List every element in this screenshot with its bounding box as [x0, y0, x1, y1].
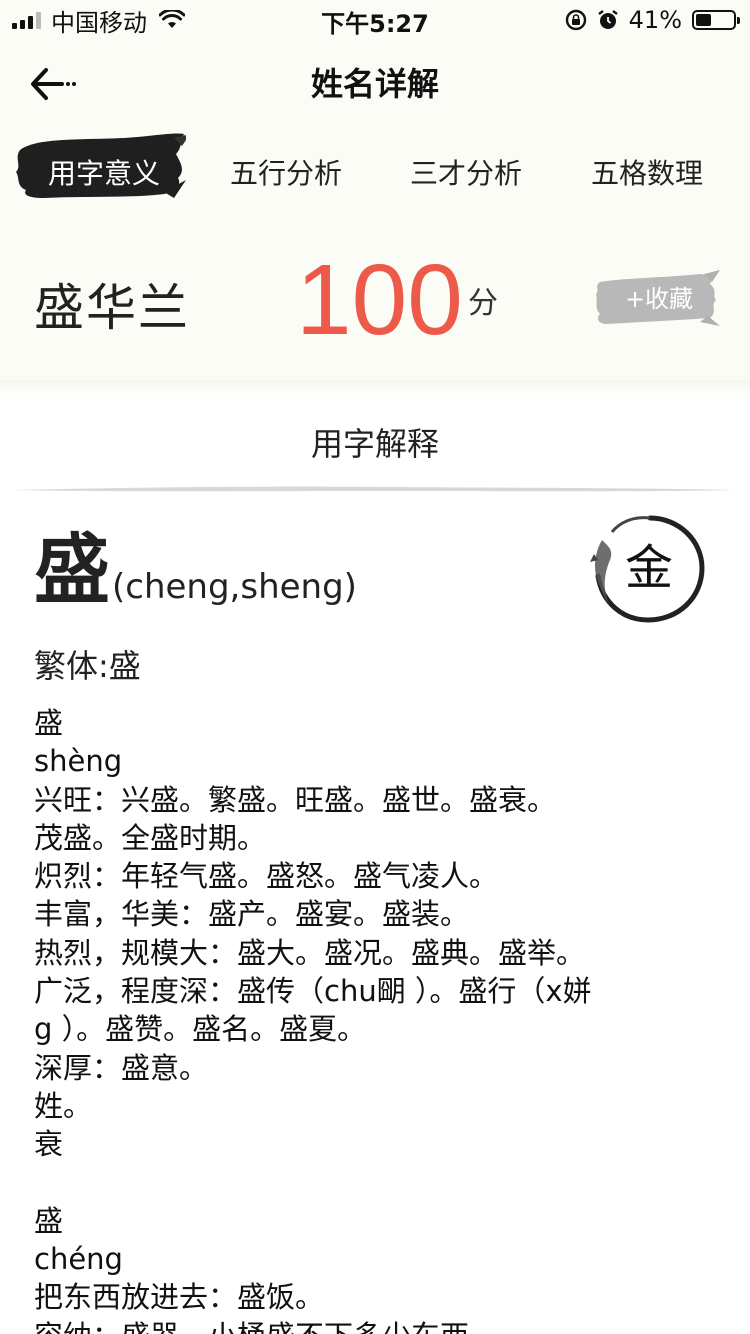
character-pinyin: (cheng,sheng) — [112, 567, 357, 607]
explanation-line: chéng — [34, 1242, 123, 1277]
section-title: 用字解释 — [310, 425, 439, 463]
explanation-line: 衰 — [34, 1127, 64, 1162]
tab-label: 五行分析 — [229, 157, 342, 190]
person-name: 盛华兰 — [34, 279, 190, 337]
page-title: 姓名详解 — [310, 65, 439, 103]
explanation-line: 深厚：盛意。 — [34, 1050, 209, 1085]
explanation-line: g ）。盛赞。盛名。盛夏。 — [34, 1012, 367, 1047]
explanation-line: 把东西放进去：盛饭。 — [34, 1280, 325, 1315]
explanation-line: 姓。 — [34, 1088, 93, 1123]
tab-label: 三才分析 — [409, 157, 522, 190]
explanation-line: 广泛，程度深：盛传（chu朙 ）。盛行（x姘 — [34, 974, 592, 1009]
battery-percent: 41% — [628, 6, 682, 34]
status-right: 41% — [565, 6, 740, 34]
tab-five-elements[interactable]: 五行分析 — [196, 144, 376, 204]
tab-word-meaning[interactable]: 用字意义 — [18, 144, 190, 204]
explanation-line: 茂盛。全盛时期。 — [34, 820, 267, 855]
tab-label: 用字意义 — [47, 157, 160, 190]
explanation-line: 炽烈：年轻气盛。盛怒。盛气凌人。 — [34, 859, 499, 894]
score-unit: 分 — [468, 286, 498, 321]
explanation-line: 兴旺：兴盛。繁盛。旺盛。盛世。盛衰。 — [34, 782, 557, 817]
explanation-line: 盛 — [34, 1203, 64, 1238]
traditional-form: 繁体:盛 — [34, 647, 141, 685]
nav-bar: 姓名详解 — [0, 40, 750, 128]
tab-label: 五格数理 — [590, 157, 703, 190]
battery-fill — [696, 14, 711, 26]
explanation-line: 丰富，华美：盛产。盛宴。盛装。 — [34, 897, 470, 932]
tab-five-grids[interactable]: 五格数理 — [556, 144, 738, 204]
explanation-line: 盛 — [34, 706, 64, 740]
name-score: 100 — [296, 244, 463, 356]
favorite-button[interactable]: +收藏 — [592, 270, 720, 328]
explanation-line — [34, 1164, 674, 1202]
tab-bar: 用字意义 五行分析 三才分析 五格数理 — [0, 128, 750, 220]
character-glyph: 盛 — [34, 525, 110, 614]
score-card: 盛华兰 100 分 +收藏 — [0, 220, 750, 380]
explanation-line: shèng — [34, 744, 123, 779]
alarm-icon — [597, 10, 618, 29]
explanation-text: 盛 shèng 兴旺：兴盛。繁盛。旺盛。盛世。盛衰。 茂盛。全盛时期。 炽烈：年… — [34, 704, 674, 1334]
explanation-line: 热烈，规模大：盛大。盛况。盛典。盛举。 — [34, 935, 586, 970]
card-divider — [0, 380, 750, 396]
tab-three-talents[interactable]: 三才分析 — [376, 144, 556, 204]
section-divider-brush — [14, 486, 734, 492]
element-label: 金 — [624, 540, 673, 596]
explanation-line: 容纳：盛器。小桶盛不下多少东西。 — [34, 1317, 674, 1334]
status-bar: 中国移动 下午5:27 41% — [0, 0, 750, 40]
battery-icon — [692, 10, 740, 30]
rotation-lock-icon — [565, 9, 586, 31]
favorite-label: +收藏 — [624, 285, 694, 313]
name-detail-page: 中国移动 下午5:27 41% 姓名详解 用字意义 五行分析 三才分析 五格数理… — [0, 0, 750, 1334]
